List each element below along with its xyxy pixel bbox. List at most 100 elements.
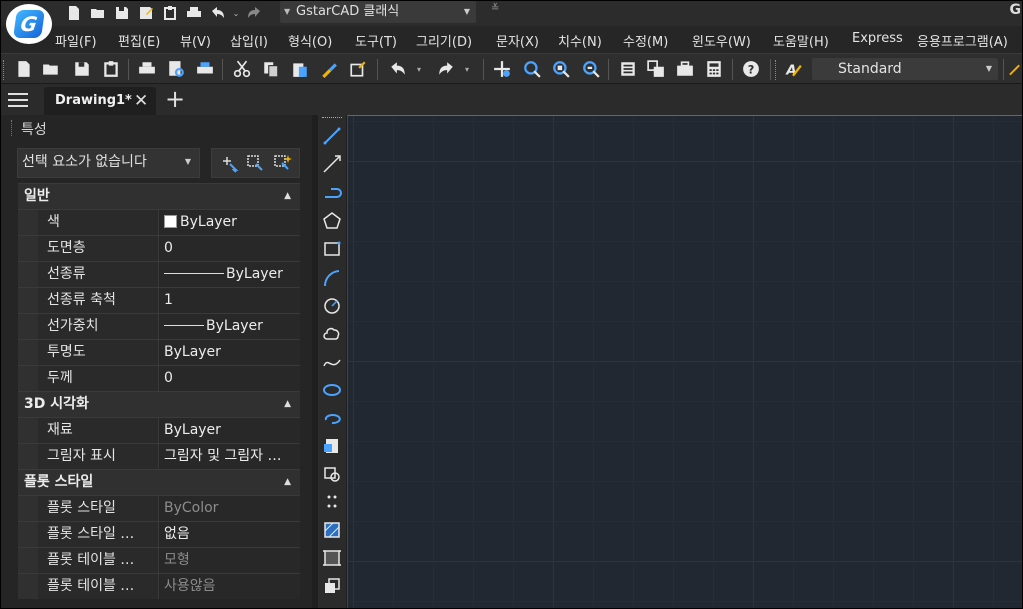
close-icon[interactable]: ✕ xyxy=(134,91,148,111)
property-row[interactable]: 플롯 테이블 … 사용않음 xyxy=(18,573,300,599)
menu-item[interactable]: 형식(O) xyxy=(288,31,332,50)
property-row[interactable]: 색 ByLayer xyxy=(18,209,300,235)
circle-icon[interactable] xyxy=(321,295,343,317)
revision-cloud-icon[interactable] xyxy=(321,323,343,345)
property-row[interactable]: 재료 ByLayer xyxy=(18,417,300,443)
menu-item[interactable]: 응용프로그램(A) xyxy=(917,31,1008,50)
open-folder-icon[interactable] xyxy=(88,3,108,23)
hatch-icon[interactable] xyxy=(321,519,343,541)
block-editor-icon[interactable] xyxy=(348,59,368,79)
app-logo[interactable]: G xyxy=(6,4,52,44)
menu-item[interactable]: 윈도우(W) xyxy=(692,31,751,50)
polygon-icon[interactable] xyxy=(321,210,343,232)
cut-icon[interactable] xyxy=(232,59,252,79)
new-file-icon[interactable] xyxy=(14,59,34,79)
dimension-style-icon[interactable] xyxy=(1008,59,1023,79)
menu-item[interactable]: 파일(F) xyxy=(55,31,97,50)
tab-drawing1[interactable]: Drawing1* ✕ xyxy=(44,87,156,115)
app-title-dropdown[interactable]: ▼ GstarCAD 클래식 ▼ xyxy=(280,1,476,23)
property-row[interactable]: 플롯 테이블 … 모형 xyxy=(18,547,300,573)
publish-icon[interactable] xyxy=(160,3,180,23)
property-value[interactable]: ByLayer xyxy=(160,314,300,339)
polyline-icon[interactable] xyxy=(321,181,343,203)
new-file-icon[interactable] xyxy=(64,3,84,23)
tool-palettes-icon[interactable] xyxy=(675,59,695,79)
property-value[interactable]: 0 xyxy=(160,366,300,391)
toolbar-grip[interactable] xyxy=(775,60,778,80)
property-value[interactable]: 사용않음 xyxy=(160,574,300,599)
publish-icon[interactable] xyxy=(101,59,121,79)
select-objects-icon[interactable] xyxy=(245,153,265,173)
calculator-icon[interactable] xyxy=(704,59,724,79)
gradient-icon[interactable] xyxy=(321,547,343,569)
plot-icon[interactable] xyxy=(195,59,215,79)
menu-item[interactable]: 편집(E) xyxy=(118,31,160,50)
property-value[interactable]: 1 xyxy=(160,288,300,313)
property-value[interactable]: ByColor xyxy=(160,496,300,521)
property-category[interactable]: 플롯 스타일 ▲ xyxy=(18,469,300,495)
property-category[interactable]: 일반 ▲ xyxy=(18,183,300,209)
open-folder-icon[interactable] xyxy=(41,59,61,79)
redo-icon[interactable] xyxy=(436,59,456,79)
point-icon[interactable] xyxy=(321,491,343,513)
match-properties-icon[interactable] xyxy=(319,59,339,79)
property-row[interactable]: 선종류 ByLayer xyxy=(18,261,300,287)
toggle-pickadd-icon[interactable] xyxy=(219,153,239,173)
property-row[interactable]: 그림자 표시 그림자 및 그림자 … xyxy=(18,443,300,469)
new-tab-plus-icon[interactable]: + xyxy=(165,87,185,111)
arc-icon[interactable] xyxy=(321,267,343,289)
help-icon[interactable]: ? xyxy=(741,59,761,79)
property-category[interactable]: 3D 시각화 ▲ xyxy=(18,391,300,417)
collapse-arrow-icon[interactable]: ▲ xyxy=(284,392,291,417)
construction-line-icon[interactable] xyxy=(321,153,343,175)
spline-icon[interactable] xyxy=(321,351,343,373)
property-value[interactable]: ByLayer xyxy=(160,262,300,287)
menu-hamburger-icon[interactable] xyxy=(8,93,28,107)
zoom-window-icon[interactable] xyxy=(551,59,571,79)
property-row[interactable]: 플롯 스타일 … 없음 xyxy=(18,521,300,547)
property-value[interactable]: ByLayer xyxy=(160,210,300,235)
property-row[interactable]: 도면층 0 xyxy=(18,235,300,261)
property-value[interactable]: 모형 xyxy=(160,548,300,573)
menu-item[interactable]: 삽입(I) xyxy=(230,31,268,50)
quick-select-icon[interactable] xyxy=(272,153,292,173)
menu-item[interactable]: 수정(M) xyxy=(623,31,668,50)
ellipse-icon[interactable] xyxy=(321,379,343,401)
menu-item[interactable]: 치수(N) xyxy=(558,31,602,50)
line-icon[interactable] xyxy=(321,125,343,147)
property-value[interactable]: 그림자 및 그림자 … xyxy=(160,444,300,469)
redo-dropdown-icon[interactable]: ▾ xyxy=(462,59,472,79)
property-row[interactable]: 두께 0 xyxy=(18,365,300,391)
redo-icon[interactable] xyxy=(244,3,264,23)
save-as-icon[interactable] xyxy=(136,3,156,23)
panel-grip[interactable] xyxy=(11,120,15,136)
menu-item[interactable]: 문자(X) xyxy=(496,31,539,50)
save-icon[interactable] xyxy=(112,3,132,23)
collapse-arrow-icon[interactable]: ▲ xyxy=(284,470,291,495)
rectangle-icon[interactable] xyxy=(321,238,343,260)
zoom-previous-icon[interactable] xyxy=(581,59,601,79)
property-value[interactable]: ByLayer xyxy=(160,340,300,365)
insert-block-icon[interactable] xyxy=(321,435,343,457)
toolbar-grip[interactable] xyxy=(3,60,6,80)
zoom-realtime-icon[interactable] xyxy=(522,59,542,79)
property-value[interactable]: ByLayer xyxy=(160,418,300,443)
properties-icon[interactable] xyxy=(618,59,638,79)
undo-icon[interactable] xyxy=(208,3,228,23)
property-value[interactable]: 없음 xyxy=(160,522,300,547)
text-style-icon[interactable]: A xyxy=(783,59,803,79)
menu-item[interactable]: 도구(T) xyxy=(355,31,397,50)
toolbar-grip[interactable] xyxy=(322,117,342,120)
property-row[interactable]: 투명도 ByLayer xyxy=(18,339,300,365)
paste-icon[interactable] xyxy=(290,59,310,79)
undo-dropdown-icon[interactable]: ▾ xyxy=(414,59,424,79)
undo-dropdown-icon[interactable]: ⌄ xyxy=(232,3,240,23)
print-icon[interactable] xyxy=(184,3,204,23)
property-row[interactable]: 플롯 스타일 ByColor xyxy=(18,495,300,521)
menu-item[interactable]: Express xyxy=(852,31,903,46)
design-center-icon[interactable] xyxy=(646,59,666,79)
save-icon[interactable] xyxy=(72,59,92,79)
property-value[interactable]: 0 xyxy=(160,236,300,261)
ellipse-arc-icon[interactable] xyxy=(321,407,343,429)
property-row[interactable]: 선종류 축척 1 xyxy=(18,287,300,313)
